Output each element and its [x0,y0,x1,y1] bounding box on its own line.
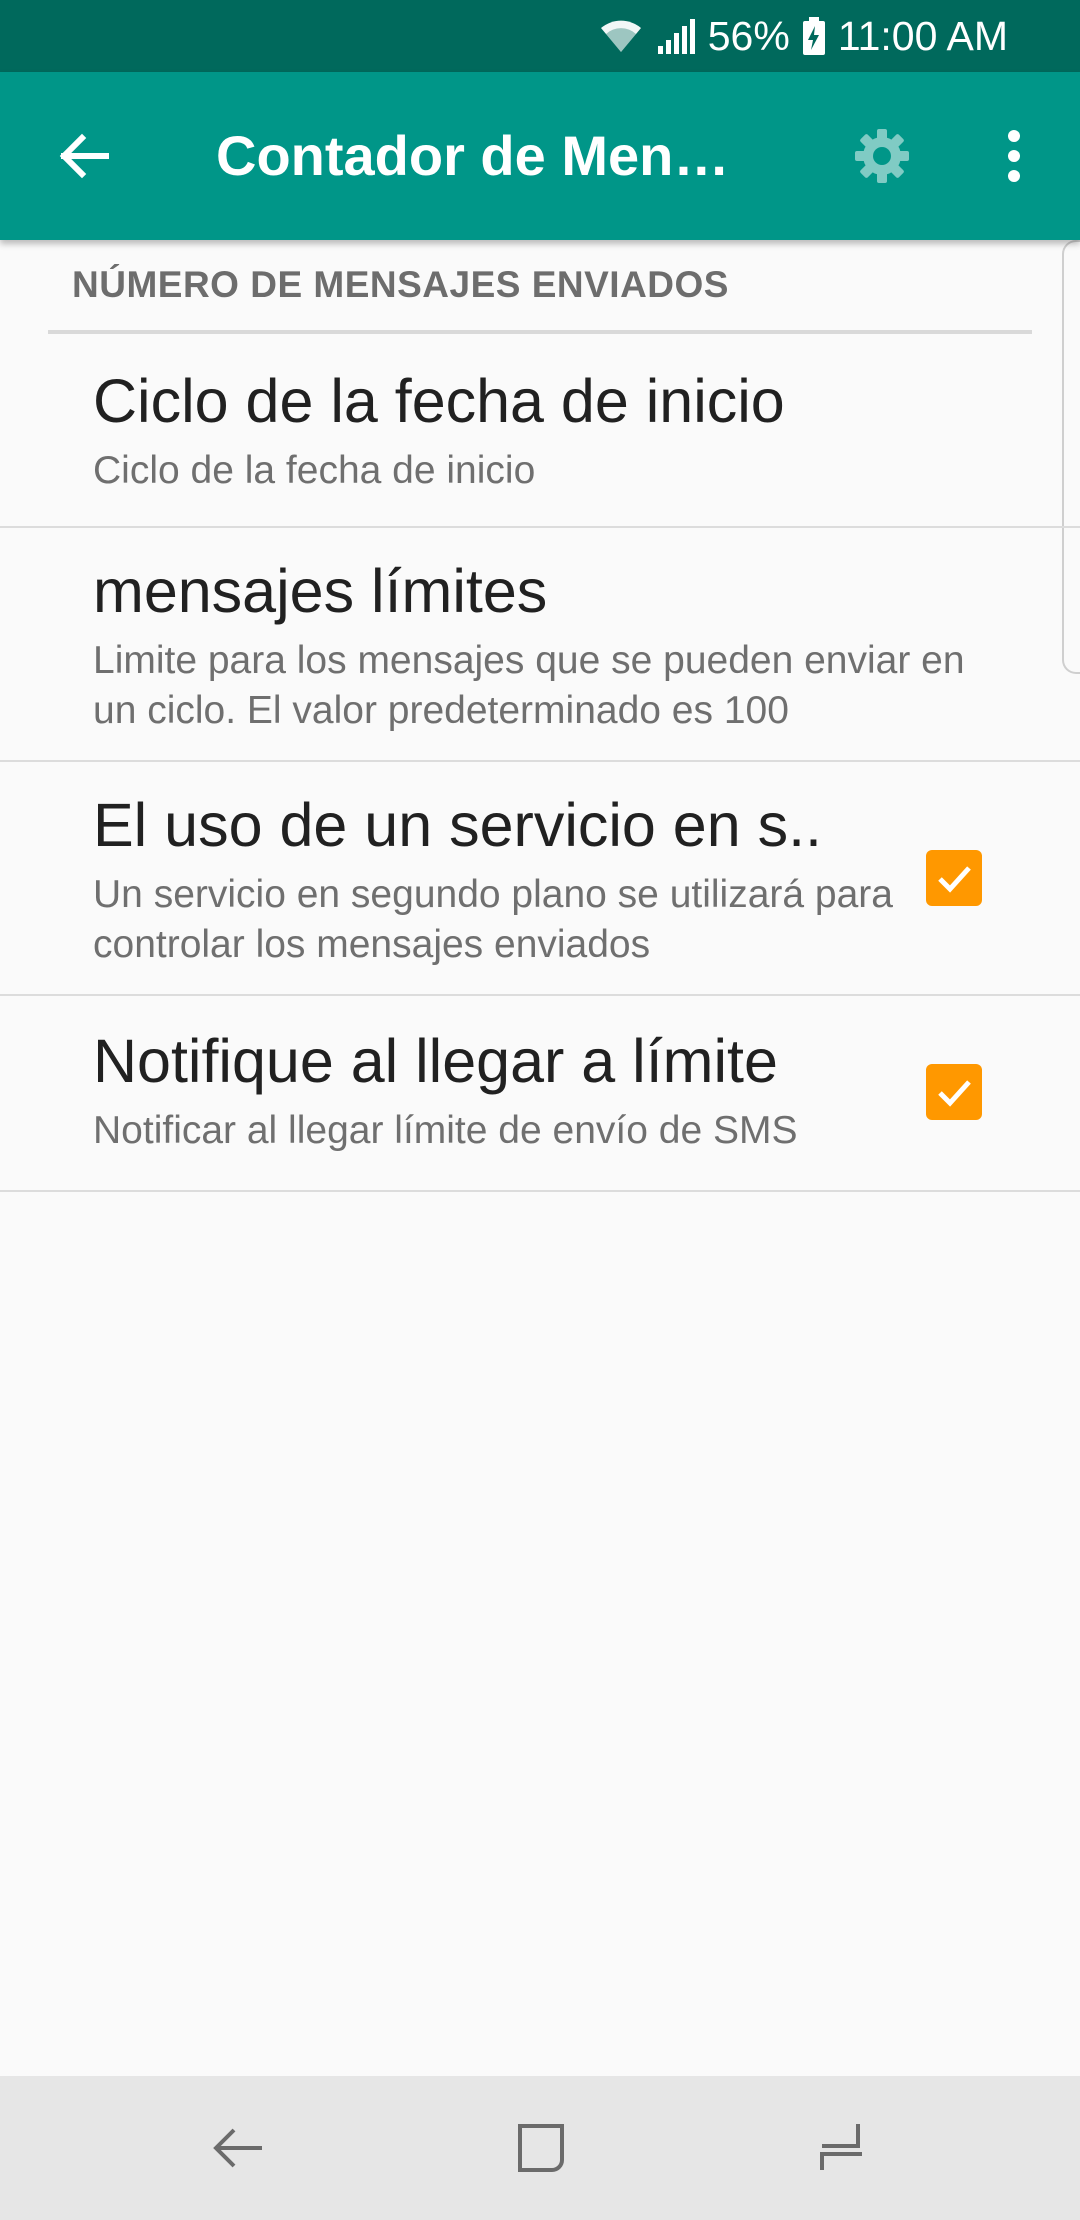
section-divider [48,330,1032,334]
pref-title: El uso de un servicio en s.. [93,791,822,859]
app-title: Contador de Mensajes [216,124,756,187]
pref-notify-limit[interactable]: Notifique al llegar a límite Notificar a… [0,996,1080,1192]
wifi-icon [598,16,644,56]
pref-summary: Limite para los mensajes que se pueden e… [93,639,965,732]
pref-title: Ciclo de la fecha de inicio [93,367,785,435]
navigation-bar [0,2076,1080,2220]
background-service-checkbox[interactable] [926,850,982,906]
pref-summary: Ciclo de la fecha de inicio [93,449,536,492]
section-header: NÚMERO DE MENSAJES ENVIADOS [72,264,729,305]
nav-recents-icon [820,2124,862,2170]
pref-start-date-cycle[interactable]: Ciclo de la fecha de inicio Ciclo de la … [0,336,1080,528]
nav-back-button[interactable] [202,2112,274,2184]
pref-summary: Notificar al llegar límite de envío de S… [93,1109,798,1152]
nav-recents-button[interactable] [806,2112,878,2184]
pref-summary: Un servicio en segundo plano se utilizar… [93,873,893,966]
back-button[interactable] [40,112,128,200]
app-bar: Contador de Mensajes [0,72,1080,240]
status-indicators: 56% 11:00 AM [598,0,1008,72]
nav-back-icon [213,2128,262,2168]
checkmark-icon [938,866,971,893]
checkmark-icon [938,1080,971,1107]
pref-background-service[interactable]: El uso de un servicio en s.. Un servicio… [0,762,1080,996]
status-bar: 56% 11:00 AM [0,0,1080,72]
overflow-menu-button[interactable] [970,112,1058,200]
signal-icon [656,16,696,56]
battery-icon [802,16,826,56]
gear-icon [855,129,909,183]
nav-home-icon [518,2124,564,2172]
clock: 11:00 AM [837,12,1008,59]
nav-home-button[interactable] [504,2112,576,2184]
pref-title: Notifique al llegar a límite [93,1027,778,1095]
settings-button[interactable] [838,112,926,200]
pref-message-limit[interactable]: mensajes límites Limite para los mensaje… [0,528,1080,762]
pref-title: mensajes límites [93,557,548,625]
battery-percent: 56% [707,12,790,59]
overflow-menu-icon [1008,130,1020,182]
back-arrow-icon [59,133,109,179]
notify-limit-checkbox[interactable] [926,1064,982,1120]
